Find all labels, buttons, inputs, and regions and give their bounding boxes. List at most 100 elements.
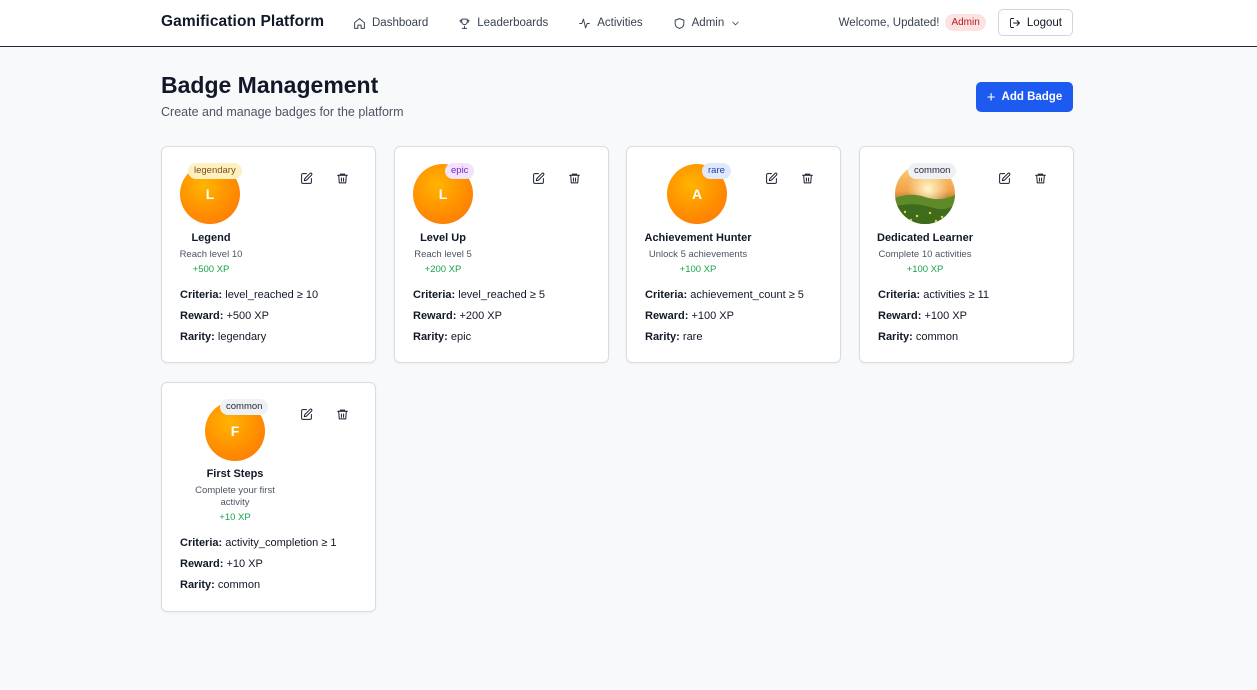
badge-xp: +100 XP (906, 264, 944, 275)
rarity-label: Rarity: (878, 331, 913, 343)
logout-button[interactable]: Logout (997, 9, 1073, 36)
reward-row: Reward: +100 XP (878, 310, 967, 322)
badge-xp: +100 XP (679, 264, 717, 275)
rarity-label: Rarity: (645, 331, 680, 343)
trash-icon (569, 173, 580, 184)
badge-name: Level Up (420, 232, 466, 244)
logout-label: Logout (1026, 16, 1062, 29)
badge-card: L epic Level Up Reach level 5 +200 XP Cr… (394, 146, 609, 363)
reward-value: +200 XP (459, 310, 502, 322)
delete-badge-button[interactable] (336, 408, 352, 424)
badge-xp: +500 XP (192, 264, 230, 275)
rarity-row: Rarity: epic (413, 331, 471, 343)
reward-row: Reward: +100 XP (645, 310, 734, 322)
trash-icon (337, 409, 348, 420)
badge-description: Reach level 5 (414, 249, 472, 260)
reward-label: Reward: (413, 310, 457, 322)
nav-admin-dropdown[interactable]: Admin (673, 17, 742, 30)
criteria-value: level_reached ≥ 5 (458, 289, 546, 301)
logout-icon (1009, 17, 1020, 28)
rarity-label: Rarity: (180, 579, 215, 591)
edit-badge-button[interactable] (532, 172, 548, 188)
edit-icon (301, 172, 313, 184)
page-subtitle: Create and manage badges for the platfor… (161, 105, 404, 119)
edit-badge-button[interactable] (300, 408, 316, 424)
main-nav: Dashboard Leaderboards Activities Admin (353, 0, 771, 46)
edit-icon (301, 408, 313, 420)
trash-icon (1035, 173, 1046, 184)
rarity-row: Rarity: common (180, 579, 260, 591)
criteria-value: achievement_count ≥ 5 (690, 289, 804, 301)
edit-badge-button[interactable] (998, 172, 1014, 188)
shield-icon (674, 17, 684, 29)
reward-label: Reward: (180, 558, 224, 570)
home-icon (354, 17, 365, 29)
reward-row: Reward: +10 XP (180, 558, 263, 570)
rarity-value: rare (682, 331, 703, 343)
rarity-row: Rarity: legendary (180, 331, 266, 343)
plus-icon: + (986, 88, 996, 106)
reward-row: Reward: +200 XP (413, 310, 502, 322)
trash-icon (337, 173, 348, 184)
rarity-pill: legendary (188, 163, 242, 179)
criteria-row: Criteria: level_reached ≥ 5 (413, 289, 545, 301)
criteria-label: Criteria: (180, 537, 223, 549)
rarity-pill: common (220, 399, 269, 415)
delete-badge-button[interactable] (336, 172, 352, 188)
brand-title[interactable]: Gamification Platform (161, 13, 324, 31)
reward-label: Reward: (645, 310, 689, 322)
delete-badge-button[interactable] (568, 172, 584, 188)
badge-card: common Dedicated Learner Complete 10 act… (859, 146, 1074, 363)
criteria-label: Criteria: (413, 289, 456, 301)
rarity-pill: epic (445, 163, 475, 179)
edit-icon (999, 172, 1011, 184)
reward-value: +500 XP (226, 310, 269, 322)
badge-card: F common First Steps Complete your first… (161, 382, 376, 612)
reward-value: +100 XP (924, 310, 967, 322)
badge-card: A rare Achievement Hunter Unlock 5 achie… (626, 146, 841, 363)
nav-dashboard-label: Dashboard (372, 17, 429, 29)
badge-name: Achievement Hunter (644, 232, 752, 244)
reward-row: Reward: +500 XP (180, 310, 269, 322)
rarity-row: Rarity: common (878, 331, 958, 343)
rarity-value: common (915, 331, 959, 343)
delete-badge-button[interactable] (1034, 172, 1050, 188)
badge-name: Dedicated Learner (877, 232, 973, 244)
activity-icon (579, 18, 591, 28)
nav-dashboard[interactable]: Dashboard (353, 17, 428, 30)
criteria-row: Criteria: achievement_count ≥ 5 (645, 289, 804, 301)
badge-xp: +200 XP (424, 264, 462, 275)
user-area: Welcome, Updated! Admin Logout (839, 9, 1073, 36)
delete-badge-button[interactable] (801, 172, 817, 188)
nav-activities-label: Activities (597, 17, 643, 29)
badge-description: Complete your first activity (195, 485, 275, 508)
top-navbar: Gamification Platform Dashboard Leaderbo… (0, 0, 1257, 47)
nav-leaderboards[interactable]: Leaderboards (458, 17, 548, 30)
reward-value: +10 XP (226, 558, 263, 570)
rarity-pill: rare (702, 163, 731, 179)
rarity-label: Rarity: (180, 331, 215, 343)
badge-description: Unlock 5 achievements (648, 249, 748, 260)
reward-label: Reward: (180, 310, 224, 322)
criteria-value: activities ≥ 11 (923, 289, 989, 301)
edit-badge-button[interactable] (765, 172, 781, 188)
edit-icon (533, 172, 545, 184)
edit-badge-button[interactable] (300, 172, 316, 188)
badge-name: First Steps (206, 468, 264, 480)
trophy-icon (459, 18, 470, 29)
criteria-row: Criteria: activity_completion ≥ 1 (180, 537, 336, 549)
criteria-label: Criteria: (878, 289, 921, 301)
role-badge: Admin (945, 14, 986, 31)
page-title: Badge Management (161, 72, 379, 98)
reward-label: Reward: (878, 310, 922, 322)
criteria-value: activity_completion ≥ 1 (225, 537, 337, 549)
nav-leaderboards-label: Leaderboards (477, 17, 549, 29)
add-badge-label: Add Badge (1001, 91, 1063, 103)
trash-icon (802, 173, 813, 184)
add-badge-button[interactable]: + Add Badge (976, 82, 1073, 112)
nav-activities[interactable]: Activities (578, 17, 643, 30)
badge-name: Legend (191, 232, 231, 244)
rarity-value: epic (450, 331, 472, 343)
rarity-value: common (217, 579, 261, 591)
chevron-down-icon (732, 21, 739, 25)
